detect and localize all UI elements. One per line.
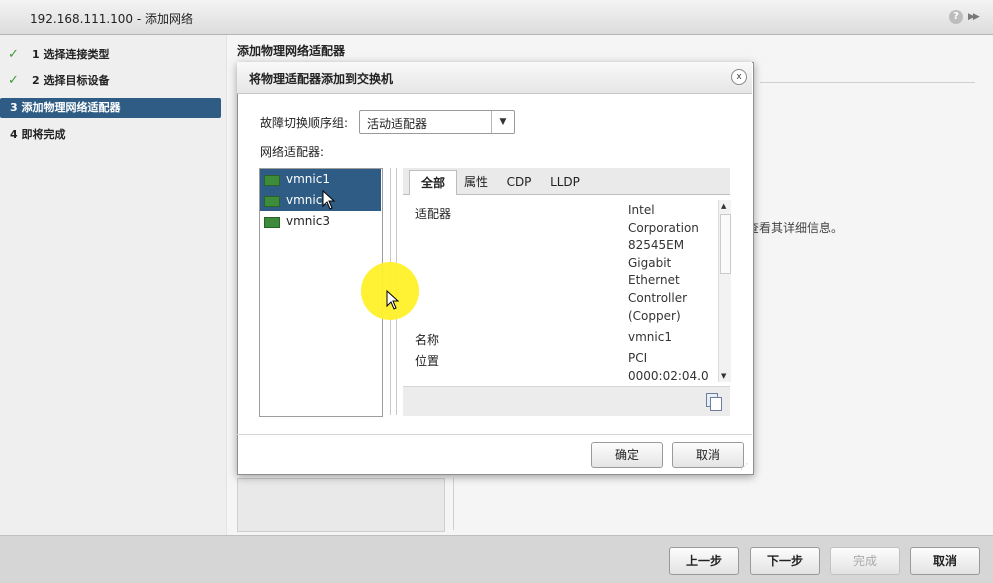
property-value: Intel Corporation 82545EM Gigabit Ethern… — [628, 203, 699, 323]
network-card-icon — [264, 196, 280, 207]
chevron-down-icon[interactable]: ▼ — [491, 111, 514, 133]
wizard-cancel-button[interactable]: 取消 — [910, 547, 980, 575]
expand-icon[interactable]: ▶▶ — [968, 10, 984, 24]
tab-lldp[interactable]: LLDP — [545, 170, 585, 194]
scroll-thumb[interactable] — [720, 214, 731, 274]
hint-text: 查看其详细信息。 — [747, 221, 844, 235]
failover-order-label: 故障切换顺序组: — [260, 116, 349, 130]
tab-properties[interactable]: 属性 — [459, 170, 493, 194]
help-icon[interactable]: ? — [949, 10, 963, 24]
ok-button[interactable]: 确定 — [591, 442, 663, 468]
adapter-item-vmnic3[interactable]: vmnic3 — [260, 211, 381, 232]
dialog-title: 将物理适配器添加到交换机 — [249, 72, 394, 86]
step-select-target-device[interactable]: ✓ 2 选择目标设备 — [0, 71, 221, 91]
adapter-item-vmnic2[interactable]: vmnic2 — [260, 190, 381, 211]
cancel-button[interactable]: 取消 — [672, 442, 744, 468]
network-card-icon — [264, 217, 280, 228]
property-value: vmnic1 — [628, 330, 672, 344]
details-footer — [403, 386, 730, 416]
tab-cdp[interactable]: CDP — [501, 170, 537, 194]
property-key: 位置 — [415, 354, 440, 368]
scroll-down-icon[interactable]: ▼ — [721, 372, 726, 380]
step-add-physical-adapter[interactable]: 3 添加物理网络适配器 — [0, 98, 221, 118]
window-title: 192.168.111.100 - 添加网络 — [30, 12, 194, 26]
scroll-up-icon[interactable]: ▲ — [721, 202, 726, 210]
copy-icon[interactable] — [710, 397, 722, 411]
back-button[interactable]: 上一步 — [669, 547, 739, 575]
divider — [237, 434, 752, 435]
property-value: PCI 0000:02:04.0 — [628, 351, 709, 383]
step-select-connection-type[interactable]: ✓ 1 选择连接类型 — [0, 45, 221, 65]
divider — [453, 478, 454, 530]
network-card-icon — [264, 175, 280, 186]
next-button[interactable]: 下一步 — [750, 547, 820, 575]
check-icon: ✓ — [8, 47, 19, 62]
adapter-item-vmnic1[interactable]: vmnic1 — [260, 169, 381, 190]
cursor-icon — [386, 290, 400, 310]
property-key: 适配器 — [415, 207, 452, 221]
cursor-icon — [322, 190, 336, 210]
failover-order-select[interactable]: 活动适配器 ▼ — [359, 110, 515, 134]
check-icon: ✓ — [8, 73, 19, 88]
tab-all[interactable]: 全部 — [409, 170, 457, 195]
background-panel — [237, 478, 445, 532]
close-icon[interactable]: x — [731, 69, 747, 85]
network-adapters-label: 网络适配器: — [260, 145, 325, 159]
details-scrollbar[interactable]: ▲ ▼ — [718, 200, 731, 382]
divider — [760, 82, 975, 83]
section-title: 添加物理网络适配器 — [237, 44, 346, 58]
step-ready-to-complete[interactable]: 4 即将完成 — [0, 125, 221, 145]
resize-grip-icon[interactable]: ⋰ — [740, 462, 750, 472]
finish-button[interactable]: 完成 — [830, 547, 900, 575]
property-key: 名称 — [415, 333, 440, 347]
